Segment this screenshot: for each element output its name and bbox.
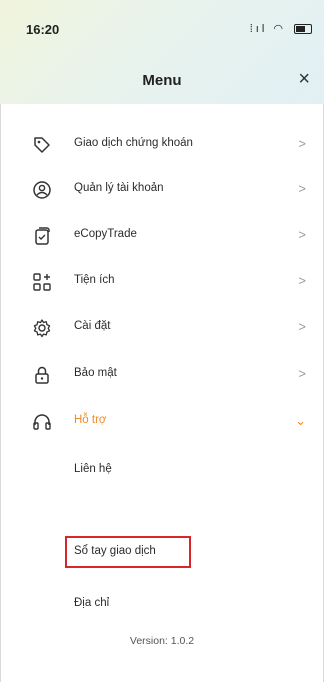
menu-item-label: Hỗ trợ — [74, 414, 107, 426]
status-icons: ⁞ıl ◠ — [250, 22, 312, 35]
menu-item-label: Tiện ích — [74, 274, 115, 286]
menu-item-giao-dich-chung-khoan[interactable]: Giao dịch chứng khoán > — [0, 125, 324, 165]
highlight-box — [65, 536, 191, 568]
headset-icon — [33, 414, 51, 430]
menu-item-label: Giao dịch chứng khoán — [74, 137, 193, 149]
menu-item-bao-mat[interactable]: Bảo mật > — [0, 355, 324, 395]
grid-plus-icon — [33, 273, 51, 291]
submenu-item-dia-chi[interactable]: Địa chỉ — [74, 597, 109, 609]
menu-item-cai-dat[interactable]: Cài đặt > — [0, 308, 324, 348]
chevron-right-icon: > — [298, 319, 306, 334]
chevron-right-icon: > — [298, 366, 306, 381]
menu-item-label: Bảo mật — [74, 367, 117, 379]
battery-icon — [294, 24, 312, 35]
submenu-item-lien-he[interactable]: Liên hệ — [74, 463, 112, 475]
signal-icon: ⁞ıl — [249, 23, 268, 35]
wifi-icon: ◠ — [273, 23, 286, 35]
chevron-right-icon: > — [298, 136, 306, 151]
menu-item-label: Quản lý tài khoản — [74, 182, 164, 194]
menu-item-label: Cài đặt — [74, 320, 111, 332]
user-circle-icon — [33, 181, 51, 199]
menu-item-ecopytrade[interactable]: eCopyTrade > — [0, 216, 324, 256]
chevron-down-icon: ⌄ — [295, 413, 306, 428]
menu-item-tien-ich[interactable]: Tiện ích > — [0, 262, 324, 302]
chevron-right-icon: > — [298, 181, 306, 196]
page-title: Menu — [142, 72, 182, 89]
status-time: 16:20 — [26, 22, 60, 37]
menu-header: 16:20 ⁞ıl ◠ Menu × — [0, 0, 324, 104]
tag-icon — [34, 137, 50, 153]
version-text: Version: 1.0.2 — [129, 635, 195, 647]
copy-document-icon — [35, 227, 50, 245]
menu-item-label: eCopyTrade — [74, 228, 137, 240]
menu-item-quan-ly-tai-khoan[interactable]: Quản lý tài khoản > — [0, 170, 324, 210]
menu-item-ho-tro[interactable]: Hỗ trợ ⌄ — [0, 402, 324, 442]
lock-icon — [35, 366, 49, 384]
chevron-right-icon: > — [298, 227, 306, 242]
close-icon[interactable]: × — [298, 67, 310, 91]
chevron-right-icon: > — [298, 273, 306, 288]
gear-icon — [33, 319, 51, 338]
